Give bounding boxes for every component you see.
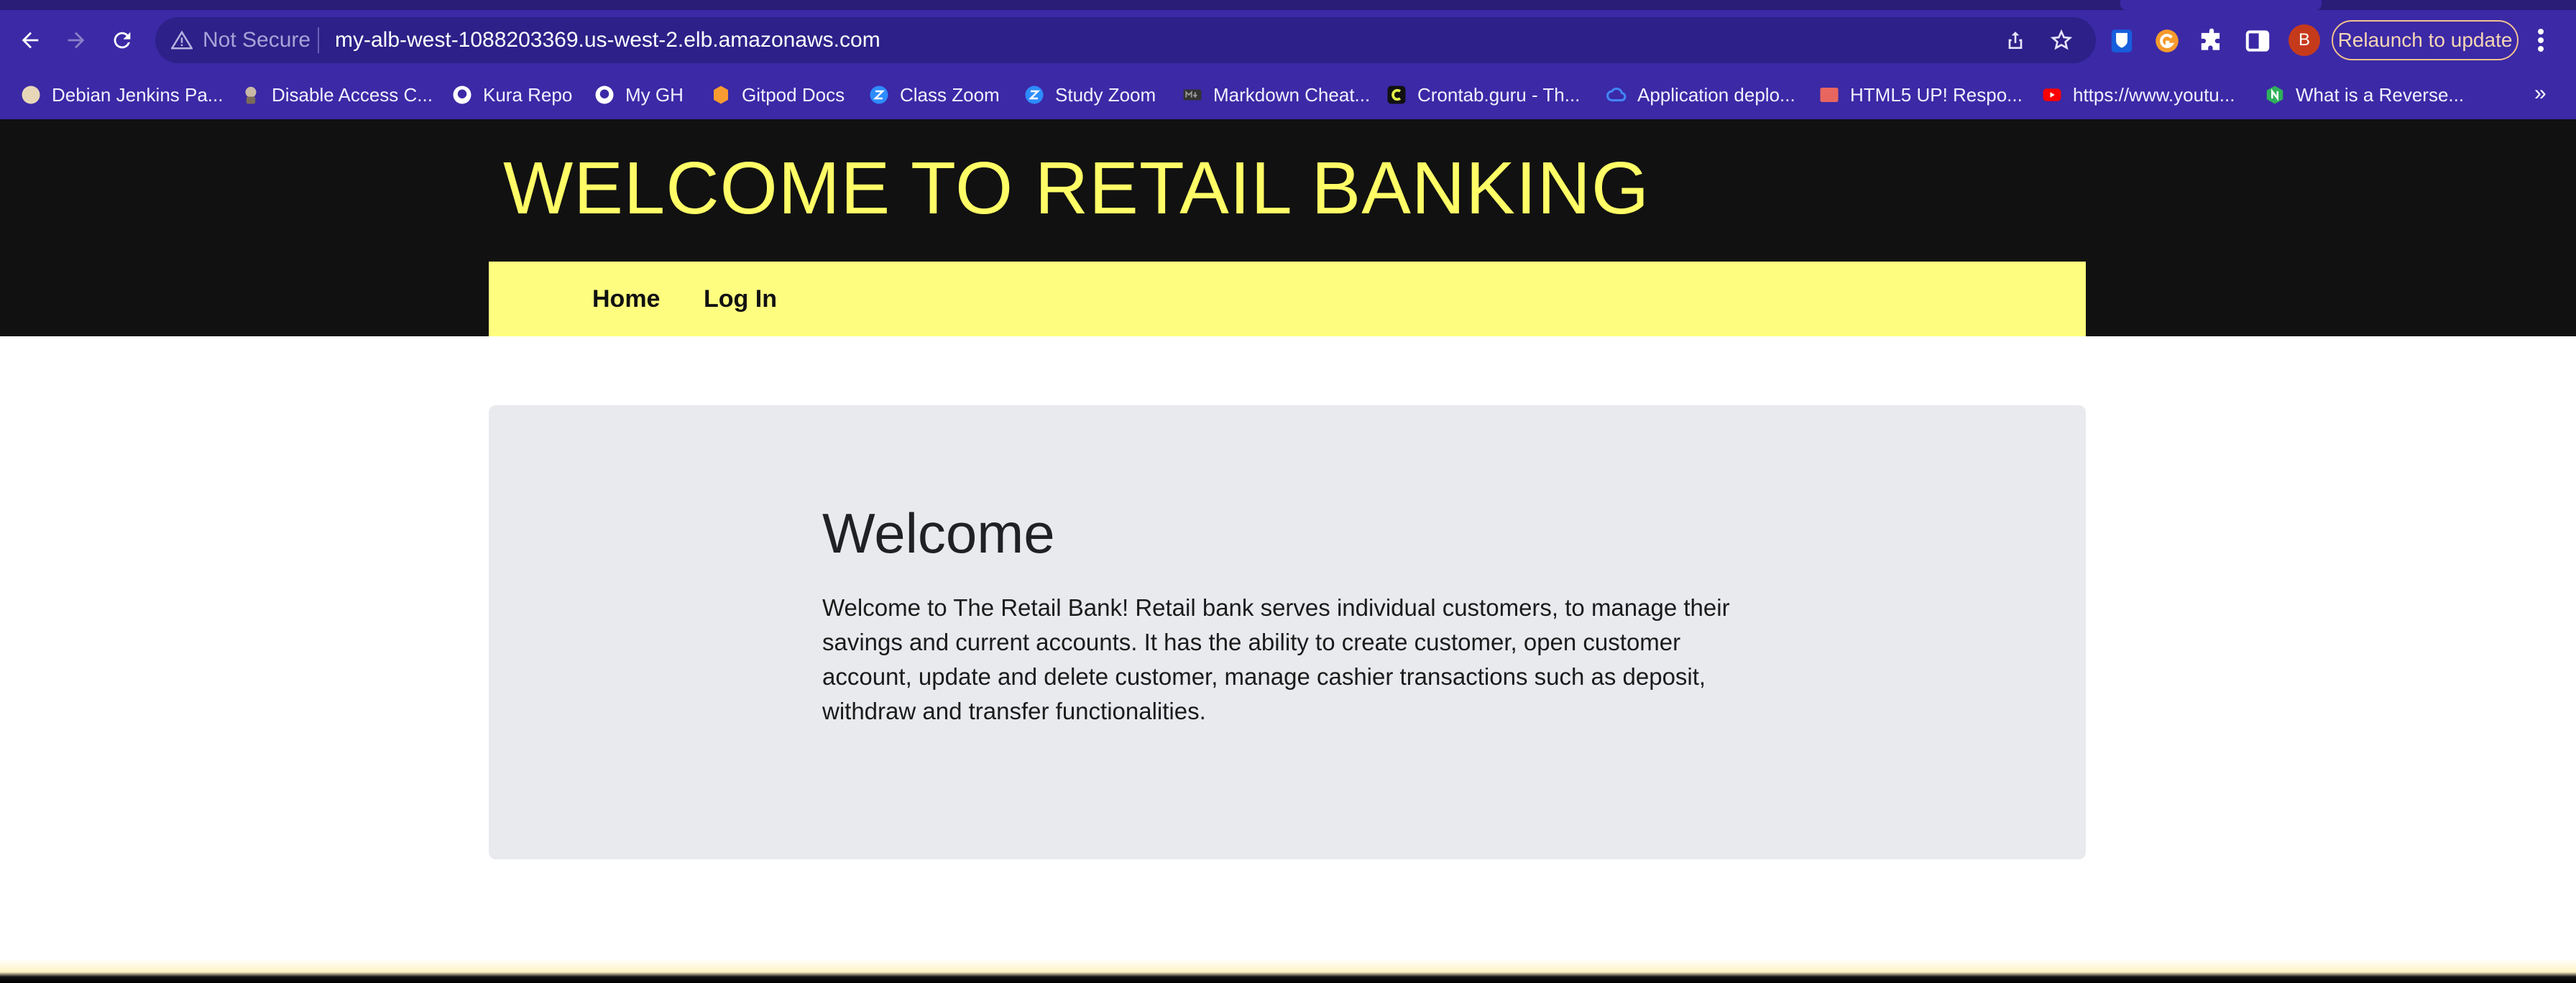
bookmark-item[interactable]: What is a Reverse... bbox=[2264, 80, 2464, 109]
site-header: WELCOME TO RETAIL BANKING Home Log In bbox=[0, 119, 2576, 336]
bookmark-item[interactable]: Markdown Cheat... bbox=[1182, 80, 1370, 109]
profile-avatar[interactable]: B bbox=[2288, 24, 2320, 56]
bookmark-label: Application deplo... bbox=[1637, 83, 1795, 106]
reload-button[interactable] bbox=[105, 23, 139, 57]
bookmark-star-icon[interactable] bbox=[2050, 29, 2073, 52]
back-arrow-icon bbox=[22, 32, 39, 49]
html5up-icon bbox=[1820, 88, 1839, 102]
markdown-icon bbox=[1183, 89, 1202, 101]
welcome-text: Welcome to The Retail Bank! Retail bank … bbox=[822, 594, 1730, 724]
crontab-icon bbox=[1387, 86, 1406, 104]
bookmark-label: https://www.youtu... bbox=[2073, 83, 2235, 106]
zoom-icon bbox=[1025, 86, 1044, 104]
bookmark-item[interactable]: HTML5 UP! Respo... bbox=[1818, 80, 2023, 109]
bookmark-item[interactable]: Study Zoom bbox=[1024, 80, 1156, 109]
bookmark-item[interactable]: Debian Jenkins Pa... bbox=[20, 80, 223, 109]
omnibox-separator bbox=[318, 27, 319, 53]
jenkins-icon bbox=[245, 86, 257, 104]
bookmark-label: Debian Jenkins Pa... bbox=[52, 83, 224, 106]
bookmark-label: Class Zoom bbox=[900, 83, 1000, 106]
nginx-icon bbox=[2266, 86, 2283, 104]
share-icon[interactable] bbox=[2004, 29, 2027, 52]
footer-bar bbox=[0, 959, 2576, 983]
bookmark-item[interactable]: Crontab.guru - Th... bbox=[1386, 80, 1580, 109]
bookmark-item[interactable]: Disable Access C... bbox=[240, 80, 433, 109]
kebab-menu-icon[interactable] bbox=[2530, 26, 2552, 55]
warning-icon bbox=[171, 30, 193, 50]
extensions-puzzle-icon[interactable] bbox=[2198, 27, 2225, 55]
bitwarden-icon[interactable] bbox=[2108, 27, 2135, 55]
bookmark-label: My GH bbox=[625, 83, 684, 106]
nav-login-link[interactable]: Log In bbox=[704, 283, 777, 315]
debian-icon bbox=[22, 86, 40, 104]
github-icon bbox=[595, 86, 614, 104]
welcome-heading: Welcome bbox=[822, 502, 1055, 565]
bookmark-label: Disable Access C... bbox=[272, 83, 433, 106]
zoom-icon bbox=[870, 86, 888, 104]
bookmark-item[interactable]: My GH bbox=[594, 80, 684, 109]
welcome-panel: Welcome Welcome to The Retail Bank! Reta… bbox=[489, 405, 2086, 859]
bookmark-label: Kura Repo bbox=[483, 83, 573, 106]
active-tab[interactable] bbox=[2120, 0, 2322, 10]
site-title: WELCOME TO RETAIL BANKING bbox=[503, 147, 1650, 229]
gitpod-icon bbox=[714, 86, 728, 104]
security-label[interactable]: Not Secure bbox=[203, 28, 310, 52]
forward-button[interactable] bbox=[59, 23, 93, 57]
bookmark-label: Study Zoom bbox=[1055, 83, 1156, 106]
bookmark-item[interactable]: Gitpod Docs bbox=[710, 80, 845, 109]
bookmark-label: Markdown Cheat... bbox=[1213, 83, 1371, 106]
bookmark-item[interactable]: Application deplo... bbox=[1606, 80, 1795, 109]
youtube-icon bbox=[2043, 88, 2061, 101]
bookmarks-bar: Debian Jenkins Pa... Disable Access C...… bbox=[0, 70, 2576, 119]
bookmark-item[interactable]: Class Zoom bbox=[868, 80, 1000, 109]
url-text[interactable]: my-alb-west-1088203369.us-west-2.elb.ama… bbox=[335, 28, 880, 52]
relaunch-button[interactable]: Relaunch to update bbox=[2332, 20, 2518, 60]
bookmark-label: Crontab.guru - Th... bbox=[1417, 83, 1581, 106]
back-button[interactable] bbox=[13, 23, 47, 57]
tab-strip bbox=[0, 0, 2576, 10]
bookmark-label: HTML5 UP! Respo... bbox=[1850, 83, 2023, 106]
grammarly-icon[interactable] bbox=[2153, 27, 2181, 55]
bookmark-label: What is a Reverse... bbox=[2296, 83, 2465, 106]
reload-icon bbox=[114, 32, 131, 49]
github-icon bbox=[453, 86, 472, 104]
nav-home-link[interactable]: Home bbox=[592, 283, 660, 315]
site-navbar: Home Log In bbox=[489, 262, 2086, 336]
browser-toolbar: Not Secure my-alb-west-1088203369.us-wes… bbox=[0, 10, 2576, 70]
bookmark-item[interactable]: https://www.youtu... bbox=[2041, 80, 2235, 109]
forward-arrow-icon bbox=[68, 32, 85, 49]
address-bar[interactable]: Not Secure my-alb-west-1088203369.us-wes… bbox=[155, 17, 2096, 63]
bookmarks-overflow-chevron-icon[interactable]: » bbox=[2534, 72, 2547, 115]
side-panel-icon[interactable] bbox=[2244, 27, 2271, 55]
bookmark-item[interactable]: Kura Repo bbox=[451, 80, 572, 109]
bookmark-label: Gitpod Docs bbox=[742, 83, 845, 106]
google-cloud-icon bbox=[1606, 87, 1627, 102]
